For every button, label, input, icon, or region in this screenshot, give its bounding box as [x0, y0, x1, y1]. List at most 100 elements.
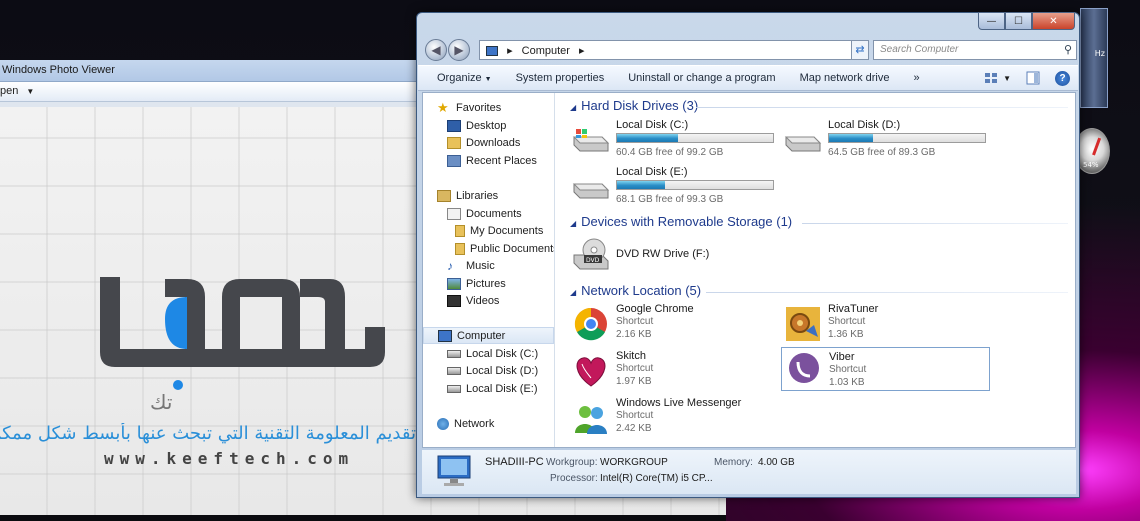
search-icon[interactable]: ⚲ [1064, 43, 1072, 56]
shortcut-windows-live-messenger[interactable]: Windows Live Messenger Shortcut 2.42 KB [572, 397, 782, 441]
network-icon [437, 417, 449, 430]
drive-icon [572, 183, 610, 199]
drive-c-name: Local Disk (C:) [616, 119, 689, 131]
nav-pictures[interactable]: Pictures [447, 275, 506, 292]
group-header-removable[interactable]: ◢ Devices with Removable Storage (1) [570, 214, 792, 232]
folder-icon [455, 224, 465, 237]
nav-network-label: Network [454, 417, 495, 430]
shortcut-google-chrome[interactable]: Google Chrome Shortcut 2.16 KB [572, 303, 782, 347]
dvd-drive[interactable]: DVD DVD RW Drive (F:) [572, 233, 782, 277]
change-view-icon[interactable] [983, 70, 999, 86]
nav-disk-e[interactable]: Local Disk (E:) [447, 380, 538, 397]
breadcrumb-separator: ▸ [507, 45, 513, 57]
shortcut-viber[interactable]: Viber Shortcut 1.03 KB [781, 347, 990, 391]
system-properties-button[interactable]: System properties [516, 72, 605, 84]
workgroup-label: Workgroup: [546, 457, 598, 468]
drive-icon [447, 366, 461, 375]
map-network-drive-button[interactable]: Map network drive [800, 72, 890, 84]
gauge-needle [1092, 137, 1102, 156]
shortcut-name: Skitch [616, 350, 646, 362]
shortcut-type: Shortcut [616, 316, 654, 327]
nav-documents-label: Documents [466, 207, 522, 220]
photo-viewer-title: Windows Photo Viewer [2, 64, 115, 76]
back-arrow-icon: ◀ [431, 43, 441, 57]
breadcrumb-computer[interactable]: Computer [522, 45, 570, 57]
shortcut-size: 1.03 KB [829, 377, 865, 388]
nav-documents[interactable]: Documents [447, 205, 522, 222]
back-button[interactable]: ◀ [425, 39, 447, 61]
drive-d[interactable]: Local Disk (D:) 64.5 GB free of 89.3 GB [784, 119, 994, 163]
drive-d-usage-fill [829, 134, 873, 142]
chevron-down-icon: ▼ [484, 76, 492, 83]
pictures-icon [447, 277, 461, 290]
nav-disk-c[interactable]: Local Disk (C:) [447, 345, 538, 362]
nav-recent-places[interactable]: Recent Places [447, 152, 537, 169]
drive-d-free: 64.5 GB free of 89.3 GB [828, 147, 936, 158]
workgroup-value: WORKGROUP [600, 457, 668, 468]
shortcut-size: 1.36 KB [828, 329, 864, 340]
minimize-button[interactable]: — [978, 12, 1005, 30]
address-bar[interactable]: ▸ Computer ▸ ▼ [479, 40, 867, 60]
more-commands-button[interactable]: » [913, 72, 919, 84]
nav-desktop-label: Desktop [466, 119, 507, 132]
open-menu[interactable]: pen ▼ [0, 85, 34, 97]
messenger-people-icon [575, 406, 607, 434]
shortcut-size: 2.42 KB [616, 423, 652, 434]
nav-network[interactable]: Network [437, 415, 494, 432]
drive-d-name: Local Disk (D:) [828, 119, 901, 131]
drive-c[interactable]: Local Disk (C:) 60.4 GB free of 99.2 GB [572, 119, 782, 163]
collapse-icon: ◢ [570, 103, 577, 112]
group-header-network[interactable]: ◢ Network Location (5) [570, 283, 701, 301]
memory-value: 4.00 GB [758, 457, 795, 468]
nav-libraries[interactable]: Libraries [437, 187, 498, 204]
explorer-window[interactable]: — ☐ ✕ ◀ ▶ ▸ Computer ▸ ▼ ⇄ Search Comput… [416, 12, 1080, 498]
group-header-hdd[interactable]: ◢ Hard Disk Drives (3) [570, 98, 698, 116]
photo-viewer-bottom-edge [0, 515, 726, 521]
view-controls: ▼ ? [983, 70, 1070, 86]
drive-c-free: 60.4 GB free of 99.2 GB [616, 147, 724, 158]
nav-pictures-label: Pictures [466, 277, 506, 290]
folder-icon [455, 242, 465, 255]
drive-icon [447, 384, 461, 393]
nav-desktop[interactable]: Desktop [447, 117, 506, 134]
nav-downloads[interactable]: Downloads [447, 134, 520, 151]
drive-e[interactable]: Local Disk (E:) 68.1 GB free of 99.3 GB [572, 166, 782, 210]
search-input[interactable]: Search Computer ⚲ [873, 40, 1077, 60]
shortcut-type: Shortcut [828, 316, 866, 327]
desktop-icon [447, 119, 461, 132]
drive-d-usage-bar [828, 133, 986, 143]
nav-my-documents[interactable]: My Documents [455, 222, 543, 239]
uninstall-program-button[interactable]: Uninstall or change a program [628, 72, 775, 84]
organize-label: Organize [437, 72, 482, 84]
shortcut-skitch[interactable]: Skitch Shortcut 1.97 KB [572, 350, 782, 394]
nav-favorites[interactable]: ★ Favorites [437, 99, 501, 116]
collapse-icon: ◢ [570, 288, 577, 297]
windows-drive-icon [572, 129, 610, 152]
minimize-icon: — [986, 15, 997, 27]
libraries-icon [437, 189, 451, 202]
nav-disk-d[interactable]: Local Disk (D:) [447, 362, 538, 379]
close-button[interactable]: ✕ [1032, 12, 1075, 30]
nav-disk-d-label: Local Disk (D:) [466, 364, 539, 377]
cpu-gadget[interactable]: Hz [1080, 8, 1108, 108]
tagline-arabic: تقديم المعلومة التقنية التي تبحث عنها بأ… [0, 423, 416, 444]
chrome-icon [574, 307, 607, 341]
forward-button[interactable]: ▶ [448, 39, 470, 61]
chevron-down-icon[interactable]: ▼ [1003, 74, 1011, 83]
organize-button[interactable]: Organize ▼ [437, 72, 492, 84]
breadcrumb-separator-2[interactable]: ▸ [579, 45, 585, 57]
shortcut-rivatuner[interactable]: RivaTuner Shortcut 1.36 KB [784, 303, 994, 347]
refresh-button[interactable]: ⇄ [851, 40, 869, 60]
nav-computer[interactable]: Computer [423, 327, 554, 344]
documents-icon [447, 207, 461, 220]
command-bar: Organize ▼ System properties Uninstall or… [418, 65, 1078, 91]
preview-pane-icon[interactable] [1025, 70, 1041, 86]
maximize-button[interactable]: ☐ [1005, 12, 1032, 30]
help-icon[interactable]: ? [1055, 70, 1070, 86]
nav-music[interactable]: ♪ Music [447, 257, 495, 274]
nav-public-documents[interactable]: Public Documents [455, 240, 554, 257]
nav-favorites-label: Favorites [456, 101, 502, 114]
nav-videos[interactable]: Videos [447, 292, 499, 309]
downloads-folder-icon [447, 136, 461, 149]
group-hdd-label: Hard Disk Drives (3) [581, 98, 699, 113]
